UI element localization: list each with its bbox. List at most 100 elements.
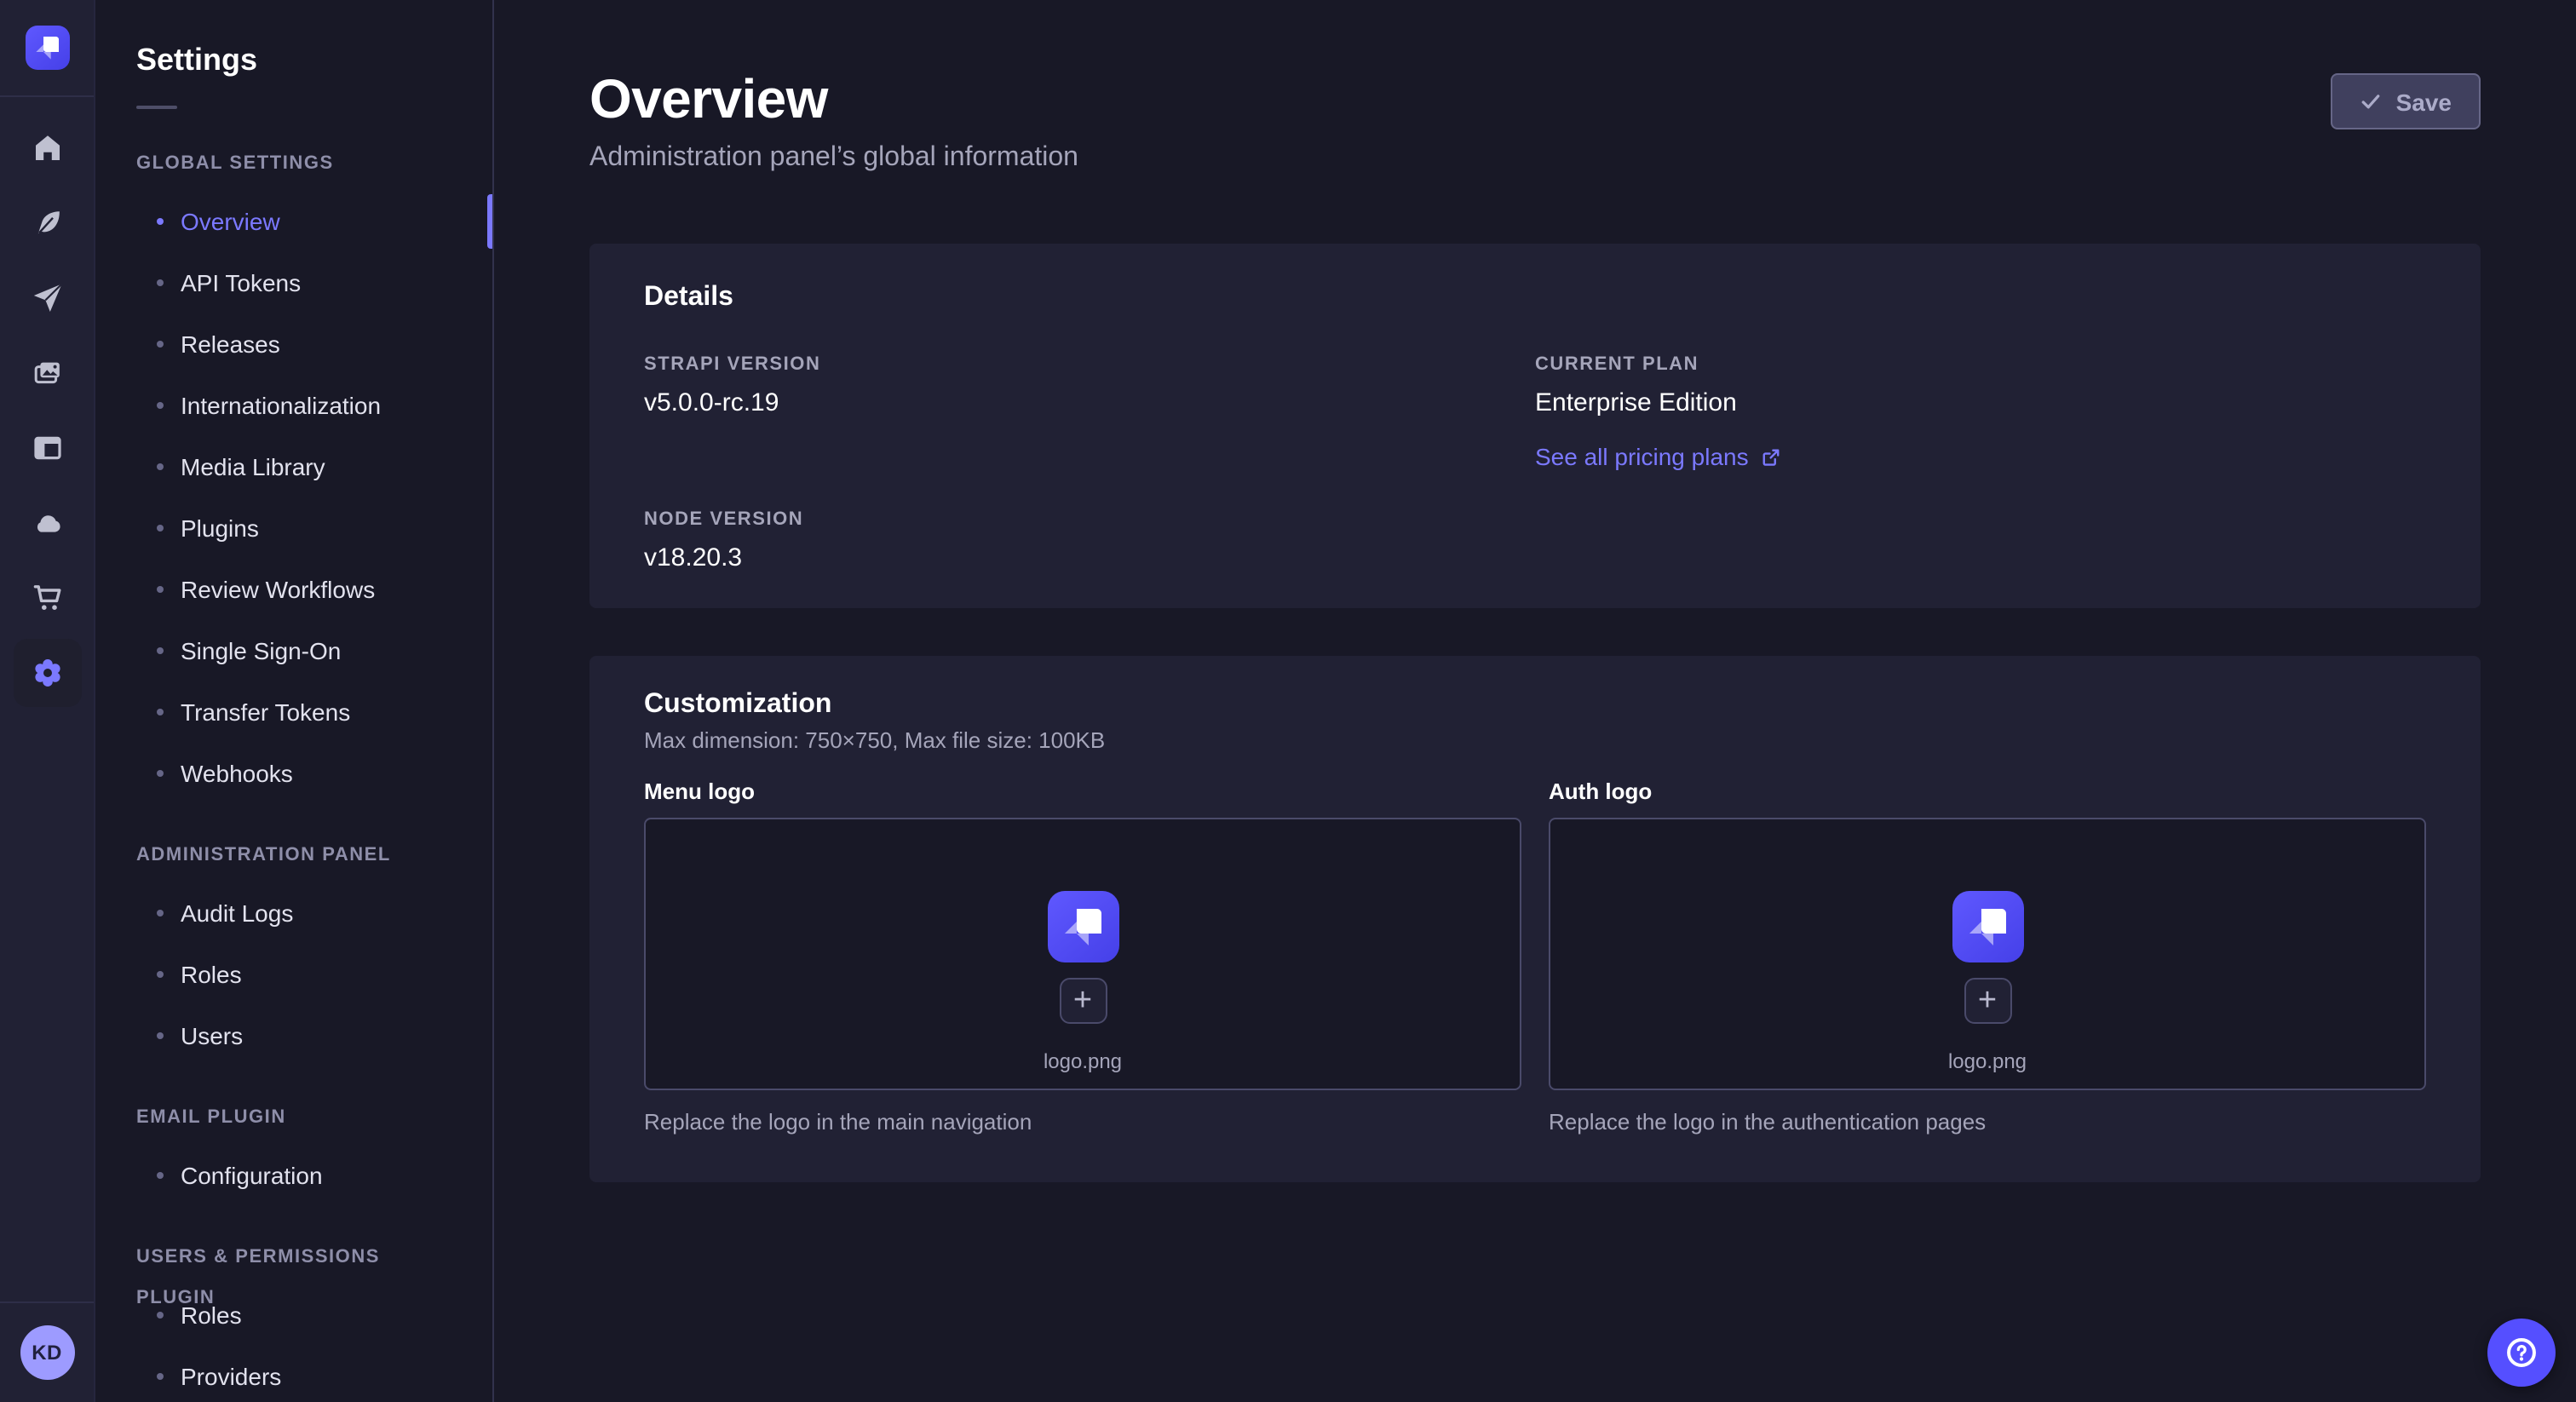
bullet-icon xyxy=(157,402,164,409)
section-label: USERS & PERMISSIONS PLUGIN xyxy=(95,1237,492,1278)
paper-plane-icon xyxy=(30,281,64,315)
external-link-icon xyxy=(1762,447,1781,466)
logo-filename: logo.png xyxy=(1044,1048,1122,1075)
bullet-icon xyxy=(157,971,164,978)
cloud-icon xyxy=(30,506,64,540)
sidebar-item-internationalization[interactable]: Internationalization xyxy=(95,375,492,436)
logo-upload-box: + logo.png xyxy=(644,818,1521,1090)
sidebar-item-roles[interactable]: Roles xyxy=(95,1284,492,1346)
save-button[interactable]: Save xyxy=(2332,73,2481,129)
sidebar-item-review-workflows[interactable]: Review Workflows xyxy=(95,559,492,620)
customization-card: Customization Max dimension: 750×750, Ma… xyxy=(589,656,2481,1182)
rail-item-marketplace[interactable] xyxy=(13,564,81,632)
rail-item-deploy[interactable] xyxy=(13,489,81,557)
page-header: Overview Administration panel’s global i… xyxy=(589,68,2481,177)
rail-nav-items xyxy=(13,97,81,1301)
upload-caption: Replace the logo in the main navigation xyxy=(644,1107,1521,1138)
gear-icon xyxy=(30,656,64,690)
sidebar-item-audit-logs[interactable]: Audit Logs xyxy=(95,882,492,944)
bullet-icon xyxy=(157,1312,164,1319)
sidebar-item-overview[interactable]: Overview xyxy=(95,191,492,252)
strapi-version-field: STRAPI VERSION v5.0.0-rc.19 xyxy=(644,353,1535,474)
details-card-title: Details xyxy=(644,281,2426,315)
help-icon xyxy=(2503,1334,2540,1371)
bullet-icon xyxy=(157,709,164,715)
node-version-value: v18.20.3 xyxy=(644,540,1535,577)
sidebar-item-label: Audit Logs xyxy=(181,899,293,927)
sidebar-item-label: Plugins xyxy=(181,514,259,542)
rail-item-content-type-builder[interactable] xyxy=(13,414,81,482)
layout-icon xyxy=(30,431,64,465)
bullet-icon xyxy=(157,1373,164,1380)
rail-item-content[interactable] xyxy=(13,189,81,257)
sidebar-item-label: Review Workflows xyxy=(181,576,375,603)
subnav-title: Settings xyxy=(136,41,451,78)
sidebar-item-label: Webhooks xyxy=(181,760,293,787)
node-version-field: NODE VERSION v18.20.3 xyxy=(644,508,1535,577)
pictures-icon xyxy=(30,356,64,390)
subnav-section-email-plugin: EMAIL PLUGIN Configuration xyxy=(95,1097,492,1206)
cart-icon xyxy=(30,581,64,615)
sidebar-item-label: Providers xyxy=(181,1363,281,1390)
bullet-icon xyxy=(157,463,164,470)
customization-card-subtitle: Max dimension: 750×750, Max file size: 1… xyxy=(644,726,2426,756)
sidebar-item-label: Roles xyxy=(181,1301,242,1329)
section-label: GLOBAL SETTINGS xyxy=(95,143,492,184)
sidebar-item-label: Users xyxy=(181,1022,243,1049)
subnav-section-users-permissions-plugin: USERS & PERMISSIONS PLUGIN Roles Providers xyxy=(95,1237,492,1402)
logo-upload-box: + logo.png xyxy=(1549,818,2426,1090)
sidebar-item-roles[interactable]: Roles xyxy=(95,944,492,1005)
sidebar-item-label: Transfer Tokens xyxy=(181,698,350,726)
rail-item-home[interactable] xyxy=(13,114,81,182)
add-logo-button[interactable]: + xyxy=(1964,978,2011,1024)
uploaded-logo-preview xyxy=(1952,891,2023,962)
logo-uploads: Menu logo+logo.pngReplace the logo in th… xyxy=(644,777,2426,1138)
rail-item-settings[interactable] xyxy=(13,639,81,707)
sidebar-item-plugins[interactable]: Plugins xyxy=(95,497,492,559)
node-version-label: NODE VERSION xyxy=(644,508,1535,531)
add-logo-button[interactable]: + xyxy=(1059,978,1107,1024)
sidebar-item-webhooks[interactable]: Webhooks xyxy=(95,743,492,804)
sidebar-item-label: Internationalization xyxy=(181,392,381,419)
section-label: ADMINISTRATION PANEL xyxy=(95,835,492,876)
bullet-icon xyxy=(157,586,164,593)
rail-item-releases[interactable] xyxy=(13,264,81,332)
details-grid: STRAPI VERSION v5.0.0-rc.19 CURRENT PLAN… xyxy=(644,353,2426,577)
bullet-icon xyxy=(157,647,164,654)
help-button[interactable] xyxy=(2487,1319,2556,1387)
pricing-link-label: See all pricing plans xyxy=(1535,440,1749,474)
sidebar-item-transfer-tokens[interactable]: Transfer Tokens xyxy=(95,681,492,743)
avatar[interactable]: KD xyxy=(20,1325,74,1380)
rail-item-media-library[interactable] xyxy=(13,339,81,407)
pricing-plans-link[interactable]: See all pricing plans xyxy=(1535,440,1781,474)
upload-field-auth-logo: Auth logo+logo.pngReplace the logo in th… xyxy=(1549,777,2426,1138)
bullet-icon xyxy=(157,341,164,348)
page-header-titles: Overview Administration panel’s global i… xyxy=(589,68,1078,177)
save-button-label: Save xyxy=(2396,88,2452,115)
sidebar-item-label: API Tokens xyxy=(181,269,301,296)
sidebar-item-media-library[interactable]: Media Library xyxy=(95,436,492,497)
logo-filename: logo.png xyxy=(1948,1048,2027,1075)
sidebar-item-providers[interactable]: Providers xyxy=(95,1346,492,1402)
sidebar-item-label: Single Sign-On xyxy=(181,637,341,664)
page-subtitle: Administration panel’s global informatio… xyxy=(589,140,1078,177)
strapi-logo[interactable] xyxy=(0,0,94,97)
bullet-icon xyxy=(157,279,164,286)
upload-field-label: Auth logo xyxy=(1549,777,2426,807)
strapi-version-value: v5.0.0-rc.19 xyxy=(644,385,1535,422)
sidebar-item-api-tokens[interactable]: API Tokens xyxy=(95,252,492,313)
sidebar-item-configuration[interactable]: Configuration xyxy=(95,1145,492,1206)
rail-user-section: KD xyxy=(0,1301,94,1402)
section-label: EMAIL PLUGIN xyxy=(95,1097,492,1138)
bullet-icon xyxy=(157,1032,164,1039)
sidebar-item-users[interactable]: Users xyxy=(95,1005,492,1066)
sidebar-item-releases[interactable]: Releases xyxy=(95,313,492,375)
sidebar-item-single-sign-on[interactable]: Single Sign-On xyxy=(95,620,492,681)
feather-icon xyxy=(30,206,64,240)
subnav-section-administration-panel: ADMINISTRATION PANEL Audit Logs Roles Users xyxy=(95,835,492,1066)
current-plan-value: Enterprise Edition xyxy=(1535,385,2426,422)
strapi-admin-app: KD Settings GLOBAL SETTINGS Overview API T… xyxy=(0,0,2576,1402)
current-plan-field: CURRENT PLAN Enterprise Edition See all … xyxy=(1535,353,2426,474)
sidebar-item-label: Roles xyxy=(181,961,242,988)
bullet-icon xyxy=(157,525,164,531)
